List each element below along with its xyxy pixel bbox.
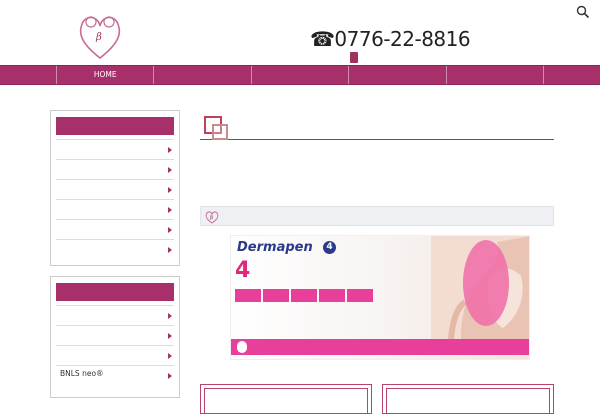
phone-icon: ☎: [310, 27, 335, 51]
arrow-right-icon: [168, 187, 172, 193]
arrow-right-icon: [168, 373, 172, 379]
arrow-right-icon: [168, 147, 172, 153]
arrow-right-icon: [168, 353, 172, 359]
contact-block: ☎0776-22-8816: [310, 18, 480, 64]
sidebar-box-2: BNLS neo®: [50, 276, 180, 398]
sidebar-link[interactable]: [56, 199, 174, 219]
phone-number[interactable]: ☎0776-22-8816: [310, 27, 471, 51]
sidebar-link[interactable]: BNLS neo®: [56, 365, 174, 391]
arrow-right-icon: [168, 207, 172, 213]
section-subhead: β: [200, 206, 554, 226]
sidebar-link-label: BNLS neo®: [60, 369, 104, 378]
phone-number-text: 0776-22-8816: [334, 27, 471, 51]
banner-title: 4: [235, 258, 251, 283]
banner-tag: [235, 289, 261, 302]
feature-card-2[interactable]: [382, 384, 554, 414]
search-icon[interactable]: [576, 4, 590, 19]
banner-tag: [291, 289, 317, 302]
arrow-right-icon: [168, 313, 172, 319]
arrow-right-icon: [168, 167, 172, 173]
arrow-right-icon: [168, 227, 172, 233]
banner-brand: Dermapen: [237, 240, 313, 255]
nav-item-2[interactable]: [153, 66, 250, 84]
sidebar: BNLS neo®: [50, 110, 180, 408]
feature-card-1[interactable]: [200, 384, 372, 414]
sidebar-box-1-title: [56, 117, 174, 135]
banner-badge-text: [475, 244, 497, 324]
heart-logo-icon: β: [205, 209, 219, 224]
sidebar-link[interactable]: [56, 179, 174, 199]
main-content: β Dermapen 4 4: [200, 110, 554, 414]
svg-text:β: β: [95, 32, 102, 43]
banner-footer: [231, 339, 529, 355]
sidebar-link[interactable]: [56, 345, 174, 365]
banner-tags: [235, 289, 375, 302]
banner-tag: [263, 289, 289, 302]
banner-tag: [319, 289, 345, 302]
nav-item-4[interactable]: [348, 66, 445, 84]
clinic-logo[interactable]: β: [76, 10, 288, 64]
sidebar-link[interactable]: [56, 305, 174, 325]
page-title-row: [200, 110, 554, 140]
sidebar-link[interactable]: [56, 139, 174, 159]
title-squares-icon: [204, 116, 228, 140]
nav-item-3[interactable]: [250, 66, 348, 84]
nav-item-5[interactable]: [445, 66, 545, 84]
banner-brand-number: 4: [323, 241, 336, 254]
top-tagline-bar: [0, 0, 600, 8]
svg-text:β: β: [210, 215, 213, 221]
sidebar-link[interactable]: [56, 325, 174, 345]
sidebar-link[interactable]: [56, 239, 174, 259]
banner-title-number: 4: [235, 258, 252, 283]
arrow-right-icon: [168, 247, 172, 253]
main-nav: HOME: [0, 65, 600, 85]
sidebar-link[interactable]: [56, 219, 174, 239]
top-tagline: [62, 0, 562, 7]
arrow-right-icon: [168, 333, 172, 339]
heart-logo-icon: β: [76, 10, 124, 62]
dermapen-banner[interactable]: Dermapen 4 4: [230, 235, 530, 360]
banner-tag: [347, 289, 373, 302]
closed-badge: [350, 52, 358, 63]
banner-footer-label: [237, 341, 247, 353]
sidebar-link[interactable]: [56, 159, 174, 179]
sidebar-box-1: [50, 110, 180, 266]
nav-item-home[interactable]: HOME: [56, 66, 153, 84]
sidebar-box-2-title: [56, 283, 174, 301]
